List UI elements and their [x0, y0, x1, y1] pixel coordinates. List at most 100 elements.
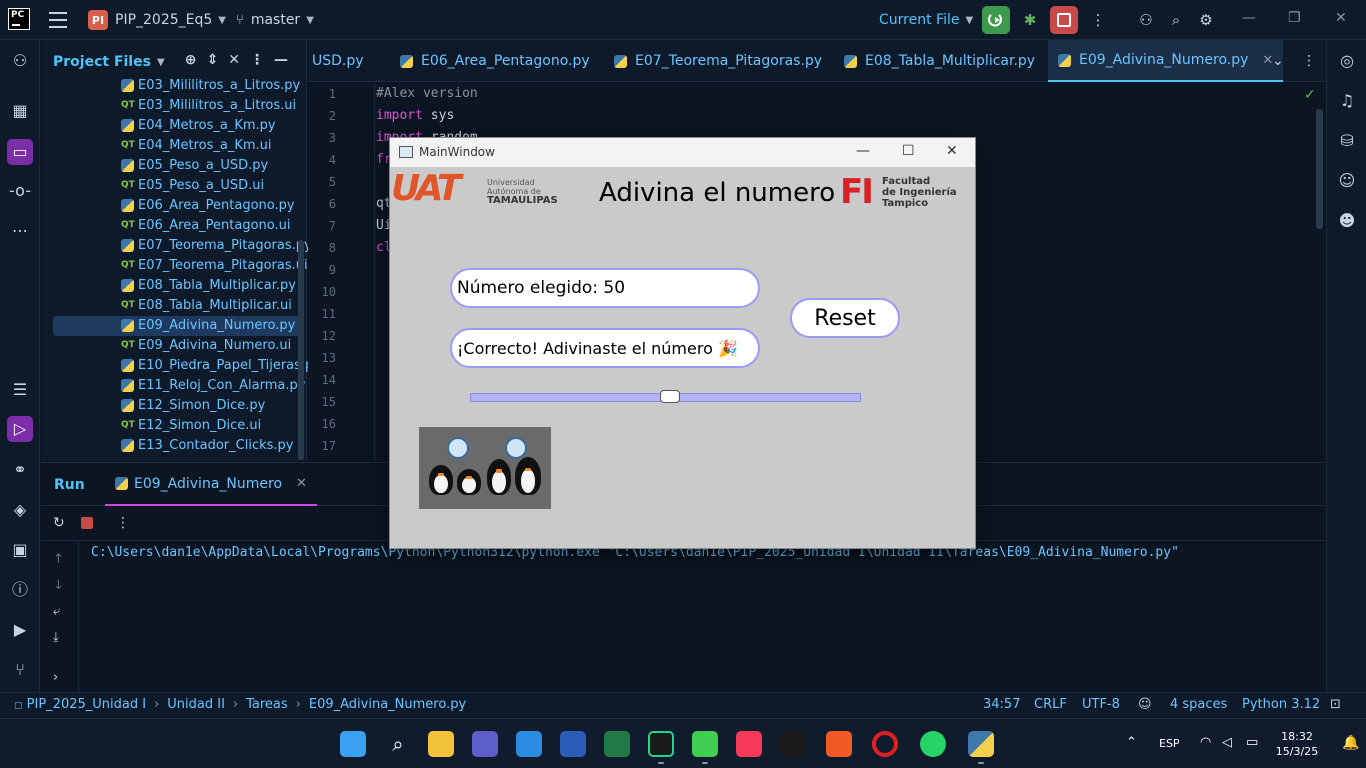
brave-icon[interactable]	[826, 731, 852, 757]
run-tab[interactable]: E09_Adivina_Numero ✕	[105, 463, 317, 506]
file-explorer-icon[interactable]	[428, 731, 454, 757]
qt-designer-icon[interactable]	[692, 731, 718, 757]
file-tree-item[interactable]: E07_Teorema_Pitagoras.py	[41, 236, 312, 256]
indent-setting[interactable]: 4 spaces	[1170, 697, 1227, 712]
add-user-icon[interactable]: ⚇	[1136, 10, 1156, 30]
pycharm-logo-icon[interactable]: PC	[8, 8, 30, 30]
breadcrumb-project[interactable]: PIP_2025_Unidad I	[27, 697, 146, 712]
debug-icon[interactable]: ✱	[1020, 10, 1040, 30]
file-tree-item[interactable]: E04_Metros_a_Km.py	[41, 116, 299, 136]
music-icon[interactable]	[736, 731, 762, 757]
tab-tabla-multiplicar[interactable]: E08_Tabla_Multiplicar.py	[844, 40, 1035, 82]
settings-gear-icon[interactable]: ⚙	[1196, 10, 1216, 30]
main-window-title-bar[interactable]: MainWindow — ☐ ✕	[390, 138, 975, 167]
more-actions-icon[interactable]: ⋮	[1088, 10, 1108, 30]
main-menu-icon[interactable]	[49, 12, 67, 28]
breadcrumb-file[interactable]: E09_Adivina_Numero.py	[309, 697, 466, 712]
minimize-icon[interactable]: —	[1242, 10, 1256, 26]
git-icon[interactable]: ⑂	[7, 657, 33, 683]
python-app-icon[interactable]	[968, 731, 994, 757]
minimize-icon[interactable]: —	[856, 143, 870, 159]
stop-button[interactable]	[1050, 6, 1078, 34]
file-tree-item[interactable]: QT E03_Mililitros_a_Litros.ui	[41, 96, 299, 116]
list-icon[interactable]: ☰	[7, 377, 33, 403]
apple-tv-icon[interactable]	[780, 731, 806, 757]
rerun-button[interactable]	[982, 6, 1010, 34]
database-icon[interactable]: ⛁	[1334, 128, 1360, 154]
file-tree-item[interactable]: E12_Simon_Dice.py	[41, 396, 299, 416]
file-tree-item[interactable]: QT E04_Metros_a_Km.ui	[41, 136, 299, 156]
file-tree-item[interactable]: E06_Area_Pentagono.py	[41, 196, 299, 216]
tab-usd[interactable]: USD.py	[312, 40, 364, 82]
search-icon[interactable]: ⌕	[385, 731, 411, 757]
no-problems-check-icon[interactable]: ✓	[1304, 87, 1316, 103]
python-interpreter[interactable]: Python 3.12	[1242, 697, 1320, 712]
services-icon[interactable]: ▶	[7, 617, 33, 643]
file-tree-item[interactable]: E11_Reloj_Con_Alarma.py	[41, 376, 305, 396]
more-actions-icon[interactable]: ⋮	[116, 515, 130, 531]
reset-button[interactable]: Reset	[790, 298, 900, 338]
copilot-status-icon[interactable]: ☺	[1138, 697, 1152, 712]
file-tree-item[interactable]: QT E12_Simon_Dice.ui	[41, 416, 299, 436]
close-icon[interactable]: ✕	[946, 143, 958, 159]
file-tree-item[interactable]: QT E09_Adivina_Numero.ui	[41, 336, 299, 356]
tab-more-icon[interactable]: ⋮	[1302, 40, 1316, 82]
file-tree-item[interactable]: QT E05_Peso_a_USD.ui	[41, 176, 299, 196]
maximize-icon[interactable]: ❐	[1288, 10, 1301, 26]
file-tree-item[interactable]: E08_Tabla_Multiplicar.py	[41, 276, 299, 296]
terminal-icon[interactable]: ▣	[7, 537, 33, 563]
editor-scrollbar[interactable]	[1316, 109, 1323, 229]
slider-handle[interactable]	[659, 390, 680, 403]
breadcrumb-subfolder[interactable]: Tareas	[246, 697, 288, 712]
file-tree-item[interactable]: E13_Contador_Clicks.py	[41, 436, 299, 456]
file-tree-item[interactable]: QT E06_Area_Pentagono.ui	[41, 216, 299, 236]
tab-list-chevron-icon[interactable]: ⌄	[1272, 40, 1284, 82]
start-windows-icon[interactable]	[340, 731, 366, 757]
file-tree-item[interactable]: E03_Mililitros_a_Litros.py	[41, 76, 300, 96]
system-clock[interactable]: 18:32 15/3/25	[1272, 729, 1322, 759]
vcs-icon[interactable]: ⚇	[7, 48, 33, 74]
project-panel-actions-icon[interactable]: ⊕⇕✕⋮—	[185, 52, 298, 68]
vscode-icon[interactable]	[516, 731, 542, 757]
opera-icon[interactable]	[872, 731, 898, 757]
soft-wrap-icon[interactable]: ⤶	[53, 604, 60, 619]
maximize-icon[interactable]: ☐	[902, 143, 915, 159]
volume-icon[interactable]: ◁	[1222, 735, 1232, 750]
run-tool-icon[interactable]: ▷	[7, 416, 33, 442]
close-icon[interactable]: ✕	[1335, 10, 1347, 26]
file-tree-item[interactable]: E09_Adivina_Numero.py	[53, 316, 299, 336]
tab-adivina-numero[interactable]: E09_Adivina_Numero.py ✕	[1048, 40, 1284, 82]
keyboard-language[interactable]: ESP	[1159, 737, 1180, 750]
problems-icon[interactable]: ⓘ	[7, 577, 33, 603]
more-tools-icon[interactable]: ⋯	[7, 218, 33, 244]
file-encoding[interactable]: UTF-8	[1082, 697, 1120, 712]
battery-icon[interactable]: ▭	[1246, 735, 1258, 750]
structure-icon[interactable]: ▦	[7, 98, 33, 124]
rerun-icon[interactable]: ↻	[53, 515, 65, 531]
scroll-up-icon[interactable]: ↑	[53, 552, 64, 567]
close-run-tab-icon[interactable]: ✕	[296, 476, 307, 491]
wifi-icon[interactable]: ◠	[1200, 735, 1211, 750]
caret-position[interactable]: 34:57	[983, 697, 1020, 712]
layers-icon[interactable]: ◈	[7, 497, 33, 523]
lock-icon[interactable]: ⊡	[1330, 697, 1341, 712]
project-scrollbar[interactable]	[298, 240, 304, 460]
project-selector[interactable]: PI PIP_2025_Eq5 ▼	[88, 0, 226, 40]
pycharm-taskbar-icon[interactable]	[648, 731, 674, 757]
whatsapp-icon[interactable]	[920, 731, 946, 757]
code-with-me-icon[interactable]: ☻	[1334, 208, 1360, 234]
branch-selector[interactable]: ⑂ master ▼	[236, 0, 314, 40]
ai-assistant-icon[interactable]: ◎	[1334, 48, 1360, 74]
notification-bell-icon[interactable]: 🔔	[1342, 735, 1359, 751]
stop-icon[interactable]	[81, 517, 93, 529]
search-icon[interactable]: ⌕	[1166, 10, 1186, 30]
breadcrumb-folder[interactable]: Unidad II	[167, 697, 225, 712]
run-panel-title[interactable]: Run	[54, 477, 85, 493]
scroll-down-icon[interactable]: ↓	[53, 578, 64, 593]
file-tree-item[interactable]: QT E07_Teorema_Pitagoras.ui	[41, 256, 308, 276]
teams-icon[interactable]	[472, 731, 498, 757]
file-tree-item[interactable]: QT E08_Tabla_Multiplicar.ui	[41, 296, 299, 316]
excel-icon[interactable]	[604, 731, 630, 757]
run-config-selector[interactable]: Current File ▼	[879, 0, 973, 40]
expand-chevron-icon[interactable]: ›	[53, 670, 58, 685]
